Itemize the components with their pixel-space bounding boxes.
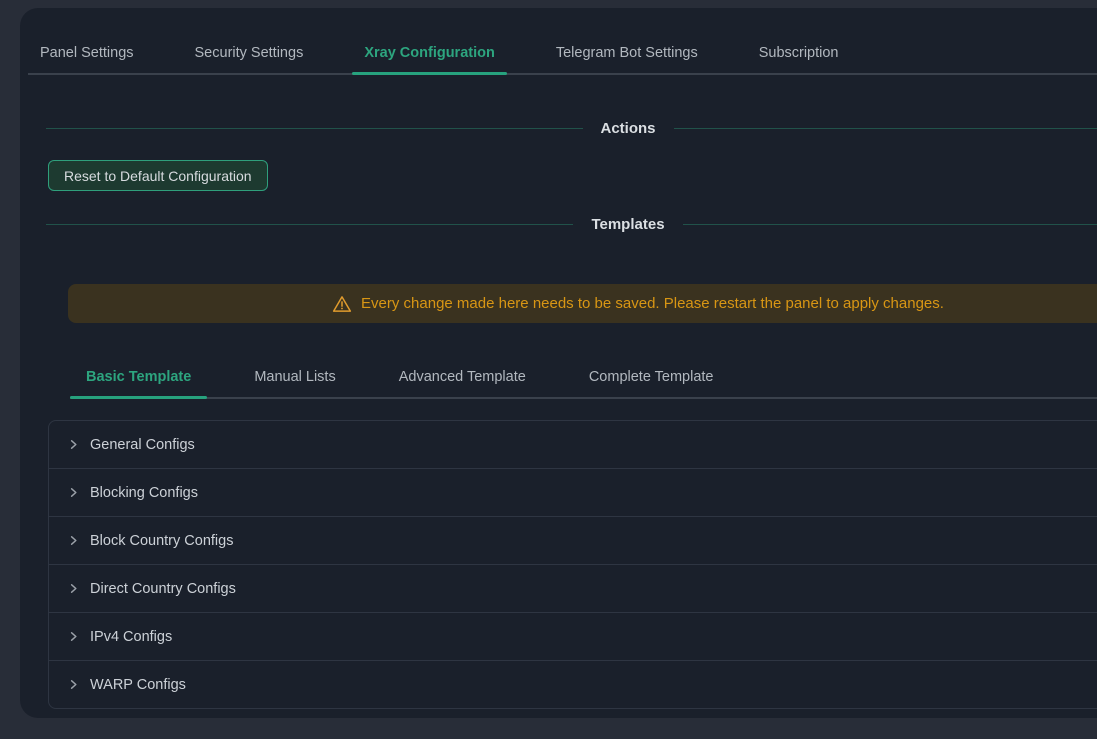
- tab-panel-settings[interactable]: Panel Settings: [28, 32, 146, 73]
- restart-warning-banner: Every change made here needs to be saved…: [68, 284, 1097, 323]
- chevron-right-icon: [67, 534, 80, 547]
- tab-basic-template[interactable]: Basic Template: [70, 357, 207, 397]
- accordion-header-block-country-configs[interactable]: Block Country Configs: [49, 517, 1097, 565]
- actions-section-title: Actions: [601, 120, 656, 137]
- chevron-right-icon: [67, 486, 80, 499]
- tab-xray-configuration[interactable]: Xray Configuration: [352, 32, 507, 73]
- tab-security-settings[interactable]: Security Settings: [183, 32, 316, 73]
- settings-tab-bar: Panel Settings Security Settings Xray Co…: [28, 32, 1097, 75]
- tab-subscription[interactable]: Subscription: [747, 32, 851, 73]
- settings-card: Panel Settings Security Settings Xray Co…: [20, 8, 1097, 718]
- divider-line: [46, 128, 583, 129]
- tab-manual-lists[interactable]: Manual Lists: [238, 357, 351, 397]
- restart-warning-text: Every change made here needs to be saved…: [361, 295, 944, 312]
- template-tab-bar: Basic Template Manual Lists Advanced Tem…: [70, 357, 1097, 399]
- chevron-right-icon: [67, 438, 80, 451]
- accordion-header-label: Blocking Configs: [90, 485, 198, 501]
- chevron-right-icon: [67, 630, 80, 643]
- tab-telegram-bot-settings[interactable]: Telegram Bot Settings: [544, 32, 710, 73]
- templates-section-title: Templates: [591, 216, 664, 233]
- xray-settings-page: { "colors": { "accent_green": "#2da57f",…: [0, 0, 1097, 739]
- accordion-header-label: Direct Country Configs: [90, 581, 236, 597]
- tab-complete-template[interactable]: Complete Template: [573, 357, 730, 397]
- reset-default-configuration-button[interactable]: Reset to Default Configuration: [48, 160, 268, 191]
- config-sections-accordion: General Configs Blocking Configs Block C…: [48, 420, 1097, 709]
- warning-triangle-icon: [332, 294, 352, 314]
- accordion-header-direct-country-configs[interactable]: Direct Country Configs: [49, 565, 1097, 613]
- accordion-header-label: General Configs: [90, 437, 195, 453]
- chevron-right-icon: [67, 678, 80, 691]
- divider-line: [683, 224, 1097, 225]
- actions-section-divider: Actions: [46, 118, 1097, 139]
- accordion-header-ipv4-configs[interactable]: IPv4 Configs: [49, 613, 1097, 661]
- accordion-header-label: Block Country Configs: [90, 533, 233, 549]
- accordion-header-label: WARP Configs: [90, 677, 186, 693]
- tab-advanced-template[interactable]: Advanced Template: [383, 357, 542, 397]
- templates-section-divider: Templates: [46, 214, 1097, 235]
- accordion-header-label: IPv4 Configs: [90, 629, 172, 645]
- chevron-right-icon: [67, 582, 80, 595]
- divider-line: [46, 224, 573, 225]
- divider-line: [674, 128, 1097, 129]
- accordion-header-warp-configs[interactable]: WARP Configs: [49, 661, 1097, 708]
- accordion-header-general-configs[interactable]: General Configs: [49, 421, 1097, 469]
- accordion-header-blocking-configs[interactable]: Blocking Configs: [49, 469, 1097, 517]
